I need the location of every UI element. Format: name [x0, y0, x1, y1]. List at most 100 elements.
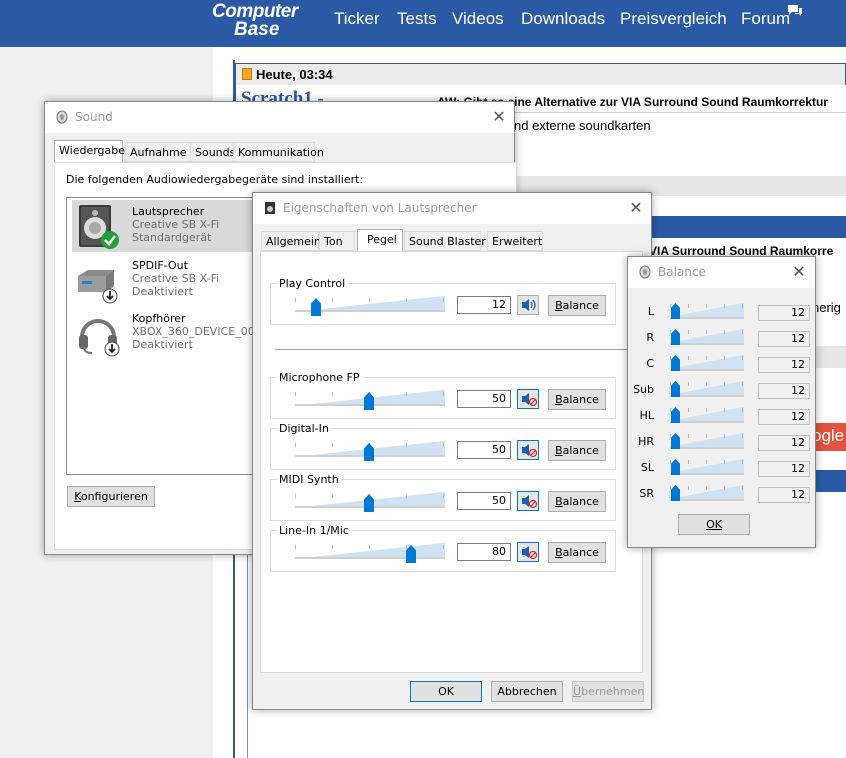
balance-label: alance [562, 299, 599, 312]
balance-slider[interactable] [670, 459, 744, 475]
balance-button[interactable]: Balance [548, 542, 606, 563]
balance-channel-label: R [646, 331, 654, 344]
tab-sound-blaster[interactable]: Sound Blaster [404, 231, 486, 251]
balance-value: 12 [758, 409, 810, 425]
nav-tests[interactable]: Tests [397, 9, 437, 29]
balance-slider[interactable] [670, 329, 744, 345]
nav-ticker[interactable]: Ticker [334, 9, 380, 29]
tab-allgemein[interactable]: Allgemein [261, 231, 321, 251]
balance-button[interactable]: Balance [548, 491, 606, 512]
apply-access-key: Ü [573, 685, 582, 698]
balance-channel-label: L [647, 305, 654, 318]
slider-track [670, 395, 744, 397]
muted-speaker-icon[interactable] [517, 440, 539, 460]
level-value-input[interactable]: 50 [457, 441, 511, 459]
speaker-glyph [522, 495, 538, 509]
ok-button[interactable]: OK [410, 681, 482, 702]
balance-slider[interactable] [670, 303, 744, 319]
speaker-volume-icon[interactable] [517, 295, 539, 315]
level-label: Microphone FP [277, 371, 362, 384]
slider-track [295, 557, 445, 559]
balance-value: 12 [758, 331, 810, 347]
muted-speaker-icon[interactable] [517, 542, 539, 562]
balance-channel-label: SL [640, 461, 654, 474]
balance-access-key: B [555, 444, 563, 457]
balance-button[interactable]: Balance [548, 295, 606, 316]
tab-aufnahme[interactable]: Aufnahme [125, 142, 191, 162]
level-slider[interactable] [295, 441, 445, 461]
slider-ticks [670, 434, 744, 438]
balance-ok-label: OK [706, 518, 722, 531]
slider-track [670, 447, 744, 449]
headphones-icon [79, 319, 120, 357]
level-group: Play Control 12 Balance [270, 277, 616, 325]
slider-track [670, 499, 744, 501]
slider-track [670, 369, 744, 371]
nav-forum[interactable]: Forum [741, 9, 790, 29]
level-group: Microphone FP 50 Balance [270, 371, 616, 419]
logo-line2: Base [234, 19, 280, 40]
properties-titlebar[interactable]: Eigenschaften von Lautsprecher ✕ [253, 193, 651, 224]
slider-ticks [670, 486, 744, 490]
balance-slider[interactable] [670, 355, 744, 371]
level-value-input[interactable]: 12 [457, 296, 511, 314]
balance-slider[interactable] [670, 407, 744, 423]
level-slider[interactable] [295, 390, 445, 410]
close-icon[interactable]: ✕ [627, 199, 645, 217]
balance-slider[interactable] [670, 381, 744, 397]
cancel-button[interactable]: Abbrechen [491, 681, 563, 702]
balance-ok-button[interactable]: OK [678, 514, 750, 535]
chat-bubbles-icon [788, 5, 802, 16]
close-icon[interactable]: ✕ [490, 108, 508, 126]
balance-button[interactable]: Balance [548, 440, 606, 461]
slider-track [670, 473, 744, 475]
level-slider[interactable] [295, 543, 445, 563]
sound-titlebar[interactable]: Sound ✕ [45, 102, 514, 133]
level-value-input[interactable]: 50 [457, 390, 511, 408]
balance-slider[interactable] [670, 485, 744, 501]
close-icon[interactable]: ✕ [790, 263, 808, 281]
balance-row: C 12 [628, 351, 817, 377]
device-name: SPDIF-Out [132, 259, 188, 272]
tab-pegel[interactable]: Pegel [357, 229, 403, 252]
level-value-input[interactable]: 80 [457, 543, 511, 561]
balance-row: L 12 [628, 299, 817, 325]
devices-heading: Die folgenden Audiowiedergabegeräte sind… [66, 173, 364, 186]
slider-ticks [670, 330, 744, 334]
level-slider[interactable] [295, 296, 445, 316]
muted-speaker-icon[interactable] [517, 491, 539, 511]
nav-videos[interactable]: Videos [452, 9, 504, 29]
configure-button[interactable]: Konfigurieren [67, 486, 155, 507]
tab-sounds[interactable]: Sounds [190, 142, 235, 162]
balance-channel-label: HR [638, 435, 654, 448]
muted-speaker-icon[interactable] [517, 389, 539, 409]
tab-ton[interactable]: Ton [319, 231, 355, 251]
nav-preisvergleich[interactable]: Preisvergleich [620, 9, 727, 29]
slider-track [670, 343, 744, 345]
speaker-properties-dialog: Eigenschaften von Lautsprecher ✕ Allgeme… [252, 192, 652, 710]
post-text: nd externe soundkarten [514, 118, 651, 133]
balance-label: alance [562, 546, 599, 559]
tab-kommunikation[interactable]: Kommunikation [233, 142, 324, 162]
balance-button[interactable]: Balance [548, 389, 606, 410]
apply-button[interactable]: Übernehmen [572, 681, 644, 702]
nav-downloads[interactable]: Downloads [521, 9, 605, 29]
level-group: Digital-In 50 Balance [270, 422, 616, 470]
device-driver: Creative SB X-Fi [132, 272, 220, 285]
balance-value: 12 [758, 305, 810, 321]
balance-titlebar[interactable]: Balance ✕ [628, 257, 815, 288]
separator [275, 349, 643, 350]
device-driver: Creative SB X-Fi [132, 218, 220, 231]
balance-row: HR 12 [628, 429, 817, 455]
tab-wiedergabe[interactable]: Wiedergabe [54, 140, 125, 163]
slider-track [670, 421, 744, 423]
balance-slider[interactable] [670, 433, 744, 449]
level-slider[interactable] [295, 492, 445, 512]
level-value-input[interactable]: 50 [457, 492, 511, 510]
level-label: Line-In 1/Mic [277, 524, 351, 537]
balance-access-key: B [555, 299, 563, 312]
tab-erweitert[interactable]: Erweitert [487, 231, 543, 251]
google-ad[interactable]: ogle [812, 423, 846, 451]
site-logo[interactable]: Computer Base [212, 0, 322, 47]
properties-title: Eigenschaften von Lautsprecher [283, 201, 477, 215]
